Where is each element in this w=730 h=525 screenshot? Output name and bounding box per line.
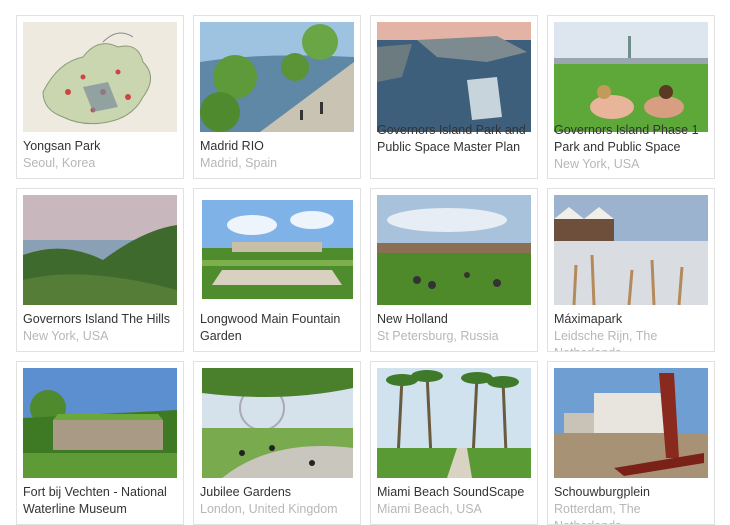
project-card-governors-island-phase-1[interactable]: Governors Island Phase 1 Park and Public… — [547, 15, 715, 179]
project-location: Seoul, Korea — [23, 156, 96, 170]
project-thumbnail[interactable] — [202, 368, 353, 478]
project-location: Leidsche Rijn, The Netherlands — [554, 329, 658, 351]
project-location: Miami Beach, USA — [377, 502, 482, 516]
project-thumbnail[interactable] — [23, 22, 177, 132]
project-thumbnail[interactable] — [554, 22, 708, 132]
project-location: New York, USA — [23, 329, 109, 343]
project-location: New York, USA — [554, 157, 640, 171]
project-thumbnail[interactable] — [202, 200, 353, 299]
project-title[interactable]: Fort bij Vechten - National Waterline Mu… — [23, 484, 177, 518]
project-title[interactable]: Madrid RIO — [200, 138, 354, 155]
project-location: Madrid, Spain — [200, 156, 278, 170]
project-location: London, United Kingdom — [200, 502, 338, 516]
project-title[interactable]: Governors Island Phase 1 Park and Public… — [554, 122, 708, 156]
project-card-yongsan-park[interactable]: Yongsan Park Seoul, Korea — [16, 15, 184, 179]
project-card-governors-island-the-hills[interactable]: Governors Island The Hills New York, USA — [16, 188, 184, 352]
project-location: St Petersburg, Russia — [377, 329, 499, 343]
project-title[interactable]: Governors Island The Hills — [23, 311, 177, 328]
project-card-schouwburgplein[interactable]: Schouwburgplein Rotterdam, The Netherlan… — [547, 361, 715, 525]
project-thumbnail[interactable] — [23, 195, 177, 305]
project-title[interactable]: Yongsan Park — [23, 138, 177, 155]
project-card-governors-island-master-plan[interactable]: Governors Island Park and Public Space M… — [370, 15, 538, 179]
project-card-maximapark[interactable]: Máximapark Leidsche Rijn, The Netherland… — [547, 188, 715, 352]
project-title[interactable]: Governors Island Park and Public Space M… — [377, 122, 531, 156]
project-title[interactable]: Schouwburgplein — [554, 484, 708, 501]
project-title[interactable]: New Holland — [377, 311, 531, 328]
project-title[interactable]: Miami Beach SoundScape — [377, 484, 531, 501]
project-title[interactable]: Máximapark — [554, 311, 708, 328]
project-card-madrid-rio[interactable]: Madrid RIO Madrid, Spain — [193, 15, 361, 179]
project-card-fort-bij-vechten[interactable]: Fort bij Vechten - National Waterline Mu… — [16, 361, 184, 525]
project-title[interactable]: Jubilee Gardens — [200, 484, 354, 501]
project-title[interactable]: Longwood Main Fountain Garden — [200, 311, 354, 345]
project-thumbnail[interactable] — [377, 22, 531, 132]
project-thumbnail[interactable] — [554, 368, 708, 478]
project-location: Rotterdam, The Netherlands — [554, 502, 641, 524]
project-thumbnail[interactable] — [377, 195, 531, 305]
project-thumbnail[interactable] — [377, 368, 531, 478]
project-grid: { "projects": [ {"title": "Yongsan Park"… — [0, 0, 730, 525]
project-thumbnail[interactable] — [200, 22, 354, 132]
project-card-longwood-main-fountain-garden[interactable]: Longwood Main Fountain Garden — [193, 188, 361, 352]
project-card-new-holland[interactable]: New Holland St Petersburg, Russia — [370, 188, 538, 352]
project-thumbnail[interactable] — [23, 368, 177, 478]
project-card-jubilee-gardens[interactable]: Jubilee Gardens London, United Kingdom — [193, 361, 361, 525]
project-thumbnail[interactable] — [554, 195, 708, 305]
project-card-miami-beach-soundscape[interactable]: Miami Beach SoundScape Miami Beach, USA — [370, 361, 538, 525]
